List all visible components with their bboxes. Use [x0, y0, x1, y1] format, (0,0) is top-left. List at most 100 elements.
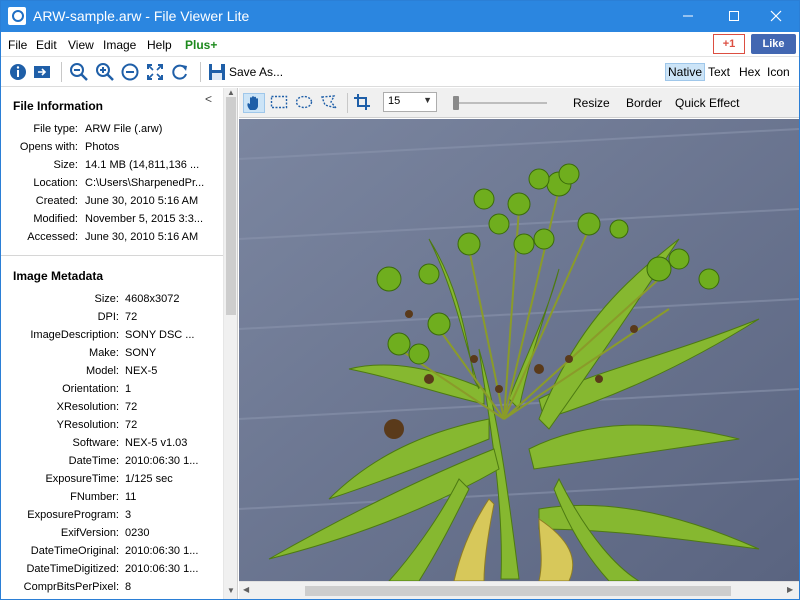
zoom-in-button[interactable]: [95, 62, 115, 82]
meta-key: ExifVersion:: [60, 527, 119, 539]
scroll-down-icon[interactable]: ▼: [227, 586, 235, 595]
photo-plant: [239, 119, 799, 581]
zoom-reset-button[interactable]: [120, 62, 140, 82]
window-title: ARW-sample.arw - File Viewer Lite: [33, 8, 250, 24]
meta-value: 72: [125, 311, 138, 323]
scroll-up-icon[interactable]: ▲: [227, 88, 235, 97]
info-button[interactable]: [8, 62, 28, 82]
meta-value: 1: [125, 383, 132, 395]
metadata-row: ExifVersion: 0230: [1, 527, 223, 545]
meta-key: Make:: [89, 347, 119, 359]
meta-key: XResolution:: [56, 401, 119, 413]
toolbar-separator: [61, 62, 62, 82]
save-as-button[interactable]: Save As...: [229, 65, 283, 79]
metadata-row: Orientation: 1: [1, 383, 223, 401]
crop-icon: [354, 94, 370, 110]
metadata-row: Size: 4608x3072: [1, 293, 223, 311]
collapse-panel-button[interactable]: <: [205, 92, 212, 106]
menu-plus[interactable]: Plus+: [185, 38, 217, 52]
menu-help[interactable]: Help: [147, 38, 172, 52]
zoom-reset-icon: [121, 63, 139, 81]
meta-value: SONY DSC ...: [125, 329, 195, 341]
view-tab-native[interactable]: Native: [665, 63, 706, 81]
image-canvas[interactable]: [239, 119, 799, 581]
google-plus-button[interactable]: +1: [713, 34, 745, 54]
save-icon-button[interactable]: [207, 62, 227, 82]
close-button[interactable]: [753, 1, 799, 32]
scroll-thumb[interactable]: [226, 97, 236, 315]
meta-key: ExposureProgram:: [27, 509, 119, 521]
prop-value: November 5, 2015 3:3...: [85, 213, 204, 225]
meta-value: 11: [125, 491, 137, 503]
rect-select-button[interactable]: [269, 93, 291, 113]
prop-key: Accessed:: [27, 231, 78, 243]
meta-value: 3: [125, 509, 132, 521]
metadata-row: DateTimeDigitized: 2010:06:30 1...: [1, 563, 223, 581]
meta-key: Software:: [72, 437, 119, 449]
file-info-row: Location: C:\Users\SharpenedPr...: [1, 177, 223, 195]
metadata-row: ComprBitsPerPixel: 8: [1, 581, 223, 599]
menu-bar: File Edit View Image Help Plus+: [1, 32, 799, 57]
meta-key: Model:: [85, 365, 119, 377]
metadata-row: ExposureTime: 1/125 sec: [1, 473, 223, 491]
prop-key: Location:: [33, 177, 78, 189]
menu-view[interactable]: View: [68, 38, 94, 52]
hand-tool-button[interactable]: [243, 93, 265, 113]
resize-button[interactable]: Resize: [573, 96, 610, 110]
zoom-select[interactable]: 15 ▼: [383, 92, 437, 112]
view-tab-icon[interactable]: Icon: [767, 65, 790, 79]
open-with-button[interactable]: [32, 62, 52, 82]
metadata-row: DPI: 72: [1, 311, 223, 329]
zoom-out-button[interactable]: [69, 62, 89, 82]
rotate-button[interactable]: [170, 62, 190, 82]
maximize-button[interactable]: [711, 1, 757, 32]
app-window: ARW-sample.arw - File Viewer Lite File E…: [0, 0, 800, 600]
metadata-row: DateTimeOriginal: 2010:06:30 1...: [1, 545, 223, 563]
prop-key: Modified:: [33, 213, 78, 225]
meta-key: YResolution:: [56, 419, 119, 431]
zoom-slider-track[interactable]: [453, 102, 547, 104]
meta-value: 2010:06:30 1...: [125, 455, 199, 467]
maximize-icon: [729, 11, 739, 21]
zoom-slider-handle[interactable]: [453, 96, 459, 110]
meta-value: 8: [125, 581, 132, 593]
meta-value: 1/125 sec: [125, 473, 173, 485]
file-info-row: Opens with: Photos: [1, 141, 223, 159]
close-icon: [770, 10, 782, 22]
view-tab-hex[interactable]: Hex: [739, 65, 760, 79]
crop-button[interactable]: [353, 93, 375, 113]
lasso-icon: [321, 95, 338, 110]
scroll-left-icon[interactable]: ◀: [243, 585, 249, 594]
meta-value: 4608x3072: [125, 293, 180, 305]
prop-value: 14.1 MB (14,811,136 ...: [85, 159, 200, 171]
fit-button[interactable]: [145, 62, 165, 82]
title-bar: ARW-sample.arw - File Viewer Lite: [1, 1, 799, 32]
menu-file[interactable]: File: [8, 38, 27, 52]
fit-icon: [147, 64, 163, 80]
file-info-row: Size: 14.1 MB (14,811,136 ...: [1, 159, 223, 177]
minimize-button[interactable]: [665, 1, 711, 32]
info-panel: File Information < File type: ARW File (.…: [1, 88, 238, 599]
facebook-like-button[interactable]: Like: [751, 34, 796, 54]
meta-value: 72: [125, 419, 138, 431]
prop-value: June 30, 2010 5:16 AM: [85, 231, 199, 243]
panel-scrollbar[interactable]: ▲ ▼: [223, 88, 237, 599]
lasso-select-button[interactable]: [319, 93, 341, 113]
view-tab-text[interactable]: Text: [708, 65, 730, 79]
menu-image[interactable]: Image: [103, 38, 136, 52]
prop-value: Photos: [85, 141, 120, 153]
scroll-right-icon[interactable]: ▶: [787, 585, 793, 594]
chevron-down-icon: ▼: [423, 95, 432, 105]
prop-value: ARW File (.arw): [85, 123, 163, 135]
border-button[interactable]: Border: [626, 96, 662, 110]
rect-select-icon: [270, 95, 288, 109]
menu-edit[interactable]: Edit: [36, 38, 57, 52]
hscroll-thumb[interactable]: [305, 586, 731, 596]
ellipse-select-button[interactable]: [294, 93, 316, 113]
quick-effect-button[interactable]: Quick Effect: [675, 96, 739, 110]
app-icon: [8, 7, 26, 25]
meta-key: FNumber:: [70, 491, 119, 503]
meta-key: DateTimeDigitized:: [26, 563, 119, 575]
image-hscrollbar[interactable]: ◀ ▶: [239, 581, 799, 599]
meta-value: NEX-5 v1.03: [125, 437, 188, 449]
